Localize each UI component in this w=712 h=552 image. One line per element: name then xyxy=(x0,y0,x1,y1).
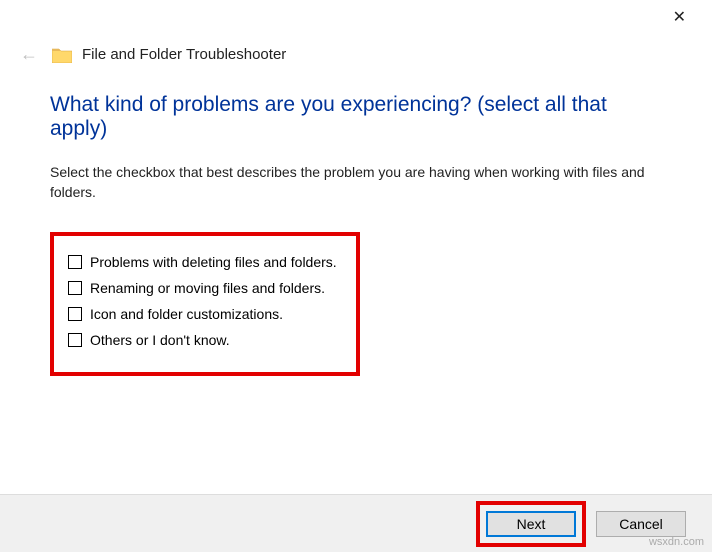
option-label: Renaming or moving files and folders. xyxy=(90,280,325,296)
page-subtext: Select the checkbox that best describes … xyxy=(50,163,662,202)
titlebar: ✕ xyxy=(0,0,712,34)
checkbox-icon[interactable] xyxy=(68,307,82,321)
next-highlight-box: Next xyxy=(476,501,586,547)
option-label: Others or I don't know. xyxy=(90,332,230,348)
option-label: Problems with deleting files and folders… xyxy=(90,254,337,270)
options-highlight-box: Problems with deleting files and folders… xyxy=(50,232,360,376)
wizard-header: ← File and Folder Troubleshooter xyxy=(0,34,712,93)
next-button[interactable]: Next xyxy=(486,511,576,537)
option-label: Icon and folder customizations. xyxy=(90,306,283,322)
option-others[interactable]: Others or I don't know. xyxy=(68,332,342,348)
wizard-title: File and Folder Troubleshooter xyxy=(82,46,286,63)
footer-bar: Next Cancel xyxy=(0,494,712,552)
option-deleting[interactable]: Problems with deleting files and folders… xyxy=(68,254,342,270)
watermark: wsxdn.com xyxy=(649,536,704,548)
checkbox-icon[interactable] xyxy=(68,333,82,347)
page-heading: What kind of problems are you experienci… xyxy=(50,93,662,141)
folder-icon xyxy=(52,47,72,63)
option-renaming[interactable]: Renaming or moving files and folders. xyxy=(68,280,342,296)
option-icon-customizations[interactable]: Icon and folder customizations. xyxy=(68,306,342,322)
content-area: What kind of problems are you experienci… xyxy=(0,93,712,376)
checkbox-icon[interactable] xyxy=(68,281,82,295)
back-arrow-icon: ← xyxy=(20,44,38,65)
close-icon[interactable]: ✕ xyxy=(665,3,694,31)
cancel-button[interactable]: Cancel xyxy=(596,511,686,537)
checkbox-icon[interactable] xyxy=(68,255,82,269)
